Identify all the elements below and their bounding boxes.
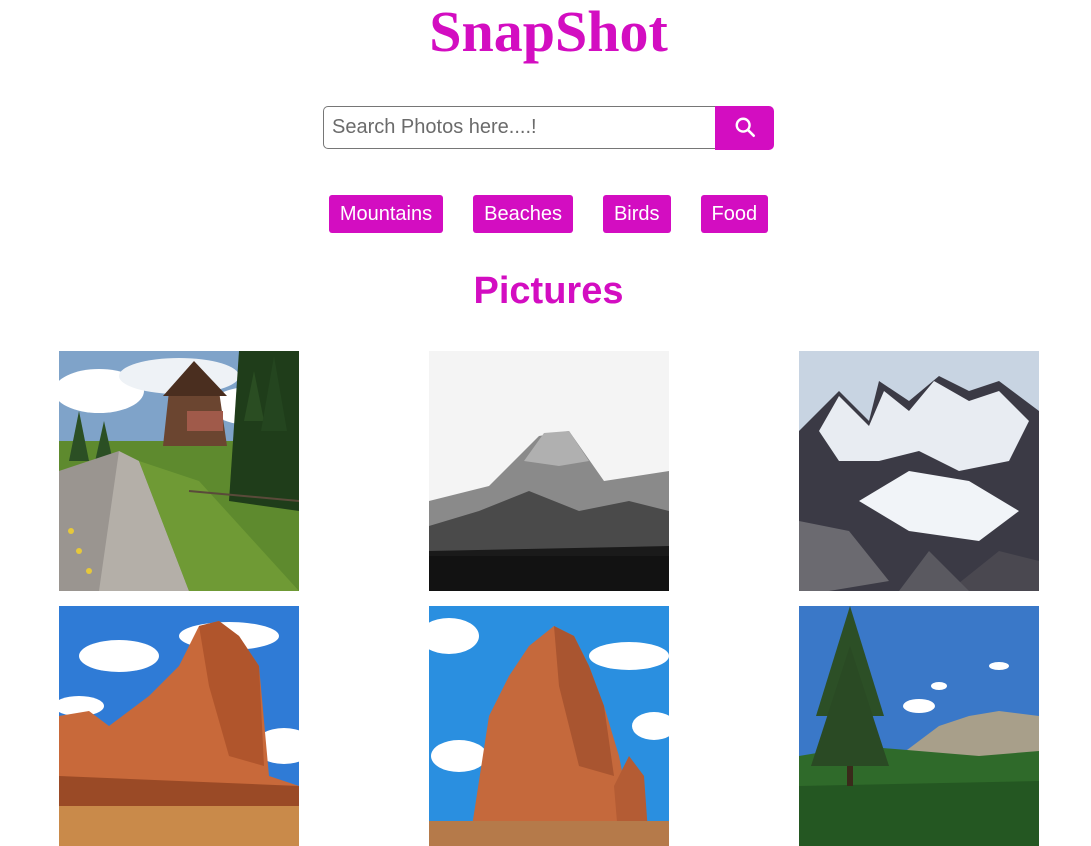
app-title: SnapShot xyxy=(429,0,668,64)
category-beaches-button[interactable]: Beaches xyxy=(473,195,573,233)
search-input[interactable] xyxy=(323,106,715,149)
photo-misty-bw-mountain[interactable] xyxy=(429,351,669,591)
photo-red-rock-butte[interactable] xyxy=(59,606,299,846)
photo-snowy-peaks[interactable] xyxy=(799,351,1039,591)
search-form xyxy=(323,106,774,150)
category-mountains-button[interactable]: Mountains xyxy=(328,195,444,233)
search-icon xyxy=(734,116,756,141)
category-birds-button[interactable]: Birds xyxy=(602,195,671,233)
photo-alpine-forest-peak[interactable] xyxy=(799,606,1039,846)
gallery-title: Pictures xyxy=(473,270,624,312)
category-food-button[interactable]: Food xyxy=(700,195,769,233)
search-button[interactable] xyxy=(715,106,774,150)
photo-red-rock-tower[interactable] xyxy=(429,606,669,846)
category-nav: Mountains Beaches Birds Food xyxy=(0,195,1091,233)
photo-wooden-barn-trail[interactable] xyxy=(59,351,299,591)
